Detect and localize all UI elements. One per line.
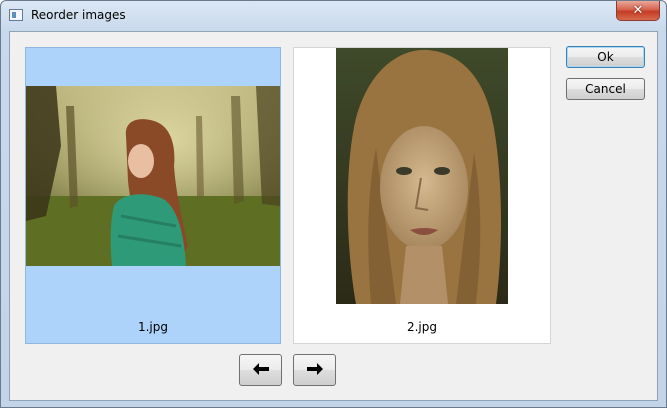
move-left-button[interactable]	[239, 354, 282, 386]
reorder-images-dialog: Reorder images ✕ 1.jpg 2.jpg Ok Cancel	[0, 0, 667, 408]
photo-2-closeup-portrait	[336, 48, 508, 304]
arrow-right-icon	[306, 361, 323, 379]
image-thumbnail-2[interactable]: 2.jpg	[293, 47, 551, 344]
close-button[interactable]: ✕	[616, 1, 660, 21]
arrow-left-icon	[252, 361, 269, 379]
image-thumbnail-1[interactable]: 1.jpg	[25, 47, 281, 344]
photo-2-image	[336, 48, 508, 304]
cancel-button-label: Cancel	[585, 82, 626, 96]
move-right-button[interactable]	[293, 354, 336, 386]
image-filename-2: 2.jpg	[406, 320, 438, 334]
photo-1-image	[26, 86, 280, 266]
close-icon: ✕	[632, 3, 644, 18]
ok-button-label: Ok	[597, 50, 614, 64]
photo-1-forest-portrait	[26, 86, 280, 266]
window-icon	[9, 9, 23, 21]
title-bar[interactable]: Reorder images ✕	[1, 1, 666, 31]
cancel-button[interactable]: Cancel	[566, 78, 645, 100]
window-title: Reorder images	[31, 8, 126, 22]
ok-button[interactable]: Ok	[566, 46, 645, 68]
image-filename-1: 1.jpg	[137, 320, 169, 334]
dialog-client-area: 1.jpg 2.jpg Ok Cancel	[9, 31, 658, 401]
